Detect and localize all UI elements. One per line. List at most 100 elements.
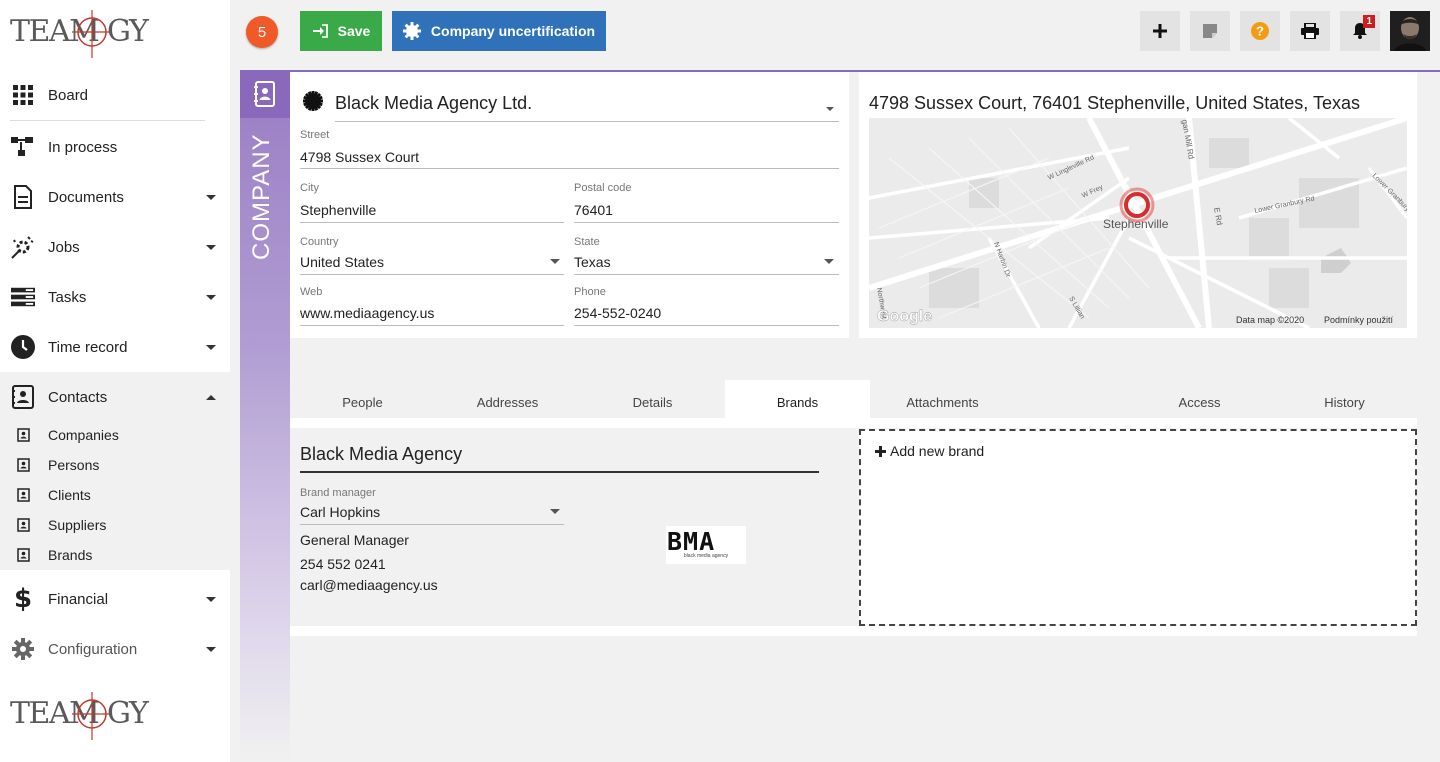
city-label: City	[300, 182, 319, 194]
sidebar: TEAM GY Board In process Documents Jobs	[0, 0, 230, 762]
document-icon	[11, 185, 35, 209]
contact-card-icon	[17, 548, 30, 562]
brand-logo-subtext: black media agency	[683, 553, 729, 559]
sidebar-item-time-record[interactable]: Time record	[0, 322, 230, 372]
sidebar-subitem-clients[interactable]: Clients	[0, 480, 230, 510]
sidebar-subitem-suppliers[interactable]: Suppliers	[0, 510, 230, 540]
chevron-down-icon	[826, 107, 834, 111]
tab-access[interactable]: Access	[1127, 380, 1272, 418]
brand-logo-text: BMA	[667, 527, 716, 556]
sidebar-item-jobs[interactable]: Jobs	[0, 222, 230, 272]
brand-manager-select[interactable]: Carl Hopkins	[300, 504, 564, 525]
tab-label: Addresses	[476, 394, 539, 410]
sidebar-item-label: Configuration	[48, 640, 138, 658]
sidebar-item-financial[interactable]: $ Financial	[0, 574, 230, 624]
save-button-label: Save	[337, 23, 371, 39]
certificate-badge-icon	[303, 91, 323, 111]
company-name: Black Media Agency Ltd.	[335, 93, 533, 113]
chevron-up-icon	[206, 394, 216, 400]
notifications-button[interactable]: 1	[1340, 11, 1380, 51]
add-button[interactable]	[1140, 11, 1180, 51]
chevron-down-icon	[206, 194, 216, 200]
sidebar-subitem-companies[interactable]: Companies	[0, 420, 230, 450]
brand-logo: BMA black media agency	[666, 526, 746, 564]
sidebar-subitem-persons[interactable]: Persons	[0, 450, 230, 480]
state-select[interactable]: Texas	[574, 254, 839, 275]
print-button[interactable]	[1290, 11, 1330, 51]
manager-email: carl@mediaagency.us	[300, 577, 438, 593]
sidebar-item-contacts[interactable]: Contacts	[0, 372, 230, 422]
svg-text:GY: GY	[107, 696, 150, 731]
add-new-brand-button[interactable]: Add new brand	[875, 443, 984, 459]
country-label: Country	[300, 236, 339, 248]
tab-history[interactable]: History	[1272, 380, 1417, 418]
jobs-icon	[11, 235, 35, 259]
sidebar-subitem-brands[interactable]: Brands	[0, 540, 230, 570]
tab-label: History	[1324, 394, 1365, 410]
brand-manager-label: Brand manager	[300, 487, 376, 499]
map-image: W Lingleville Rd W Frey Lower Granbury R…	[869, 118, 1407, 328]
company-name-select[interactable]: Black Media Agency Ltd.	[335, 93, 839, 122]
company-uncertification-button[interactable]: Company uncertification	[392, 11, 606, 51]
country-select[interactable]: United States	[300, 254, 564, 275]
sidebar-item-label: Financial	[48, 590, 109, 608]
chevron-down-icon	[550, 509, 560, 514]
tab-details[interactable]: Details	[580, 380, 725, 418]
help-button[interactable]: ?	[1240, 11, 1280, 51]
sidebar-subitem-label: Suppliers	[48, 517, 107, 533]
street-field[interactable]: 4798 Sussex Court	[300, 149, 839, 169]
contact-card-icon	[17, 518, 30, 532]
postal-code-field[interactable]: 76401	[574, 202, 839, 223]
svg-text:GY: GY	[107, 14, 150, 49]
tab-people[interactable]: People	[290, 380, 435, 418]
contacts-submenu: Companies Persons Clients Suppliers Bran…	[0, 420, 230, 570]
map-terms-link: Podmínky použití	[1324, 315, 1394, 325]
contact-card-icon	[240, 70, 290, 118]
brand-name-field[interactable]: Black Media Agency	[300, 444, 819, 473]
save-button[interactable]: Save	[300, 11, 382, 51]
contact-card-icon	[17, 488, 30, 502]
flow-icon	[11, 135, 35, 159]
map[interactable]: W Lingleville Rd W Frey Lower Granbury R…	[869, 118, 1407, 328]
web-field[interactable]: www.mediaagency.us	[300, 305, 564, 326]
divider	[10, 120, 205, 121]
sidebar-item-configuration[interactable]: Configuration	[0, 624, 230, 674]
sidebar-item-label: Tasks	[48, 288, 87, 306]
uncertification-label: Company uncertification	[430, 23, 596, 39]
svg-text:?: ?	[1256, 24, 1264, 39]
dollar-icon: $	[13, 584, 33, 614]
tab-attachments[interactable]: Attachments	[870, 380, 1015, 418]
note-button[interactable]	[1190, 11, 1230, 51]
brand-card: Black Media Agency Brand manager Carl Ho…	[290, 428, 849, 626]
plus-icon	[1153, 24, 1167, 38]
phone-field[interactable]: 254-552-0240	[574, 305, 839, 326]
company-form-card: Black Media Agency Ltd. Street 4798 Suss…	[290, 72, 849, 338]
sidebar-item-board[interactable]: Board	[0, 70, 230, 120]
brand-name: Black Media Agency	[300, 444, 463, 464]
add-brand-zone[interactable]: Add new brand	[859, 429, 1417, 626]
contact-card-icon	[17, 458, 30, 472]
sidebar-item-label: Jobs	[48, 238, 80, 256]
tab-brands[interactable]: Brands	[725, 380, 870, 418]
city-field[interactable]: Stephenville	[300, 202, 564, 223]
contacts-icon	[11, 385, 35, 409]
sidebar-item-documents[interactable]: Documents	[0, 172, 230, 222]
chevron-down-icon	[206, 596, 216, 602]
postal-code-label: Postal code	[574, 182, 632, 194]
tasks-icon	[11, 285, 35, 309]
chevron-down-icon	[550, 259, 560, 264]
google-logo: Google	[877, 308, 932, 325]
sidebar-item-in-process[interactable]: In process	[0, 122, 230, 172]
avatar[interactable]	[1390, 11, 1430, 51]
add-new-brand-label: Add new brand	[890, 443, 985, 459]
map-address: 4798 Sussex Court, 76401 Stephenville, U…	[869, 93, 1360, 113]
count-badge[interactable]: 5	[246, 16, 278, 48]
chevron-down-icon	[206, 294, 216, 300]
logo[interactable]: TEAM GY	[10, 8, 160, 60]
sidebar-item-label: Documents	[48, 188, 124, 206]
notification-count: 1	[1363, 15, 1375, 28]
certificate-icon	[402, 22, 421, 40]
chevron-down-icon	[206, 646, 216, 652]
tab-addresses[interactable]: Addresses	[435, 380, 580, 418]
sidebar-item-tasks[interactable]: Tasks	[0, 272, 230, 322]
